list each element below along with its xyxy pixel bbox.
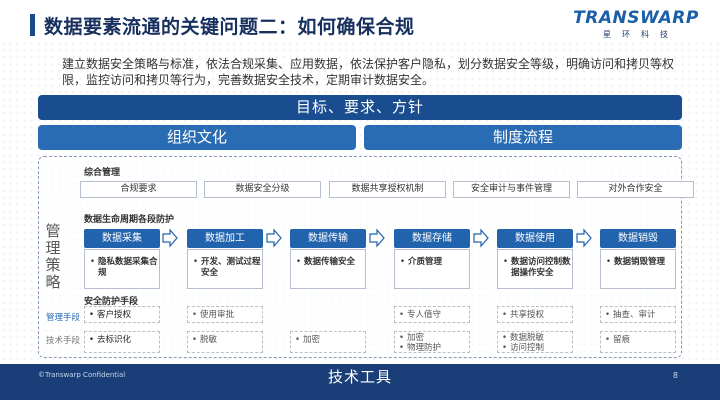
stage-body: • 数据传输安全: [290, 249, 366, 289]
management-means-box: 专人值守: [394, 306, 470, 323]
management-means-label: 管理手段: [46, 313, 81, 323]
page-number: 8: [672, 371, 678, 380]
page-title: 数据要素流通的关键问题二：如何确保合规: [44, 16, 415, 38]
technical-means-item: 加密: [395, 333, 469, 343]
technical-means-item: 脱敏: [188, 335, 262, 345]
stage-item-text: 开发、测试过程安全: [201, 257, 261, 278]
technical-means-box: 加密物理防护: [394, 331, 470, 353]
bullet-icon: •: [193, 257, 199, 267]
comprehensive-item: 对外合作安全: [577, 181, 694, 198]
stage-header: 数据存储: [394, 229, 470, 248]
management-means-item: 客户授权: [85, 310, 159, 320]
stage-header: 数据采集: [84, 229, 160, 248]
arrow-right-icon: [473, 228, 489, 248]
stage-item: • 隐私数据采集合规: [90, 257, 158, 279]
stage-body: • 隐私数据采集合规: [84, 249, 160, 289]
comprehensive-item: 安全审计与事件管理: [453, 181, 570, 198]
stage-item: • 介质管理: [400, 257, 468, 268]
stage-item: • 数据传输安全: [296, 257, 364, 268]
slide: 数据要素流通的关键问题二：如何确保合规 TRANSWARP 星环科技 建立数据安…: [0, 0, 720, 400]
stage-header: 数据传输: [290, 229, 366, 248]
stage-body: • 介质管理: [394, 249, 470, 289]
stage-item: • 开发、测试过程安全: [193, 257, 261, 279]
comprehensive-item: 合规要求: [80, 181, 197, 198]
technical-means-item: 数据脱敏: [498, 333, 572, 343]
company-logo: TRANSWARP 星环科技: [566, 8, 706, 40]
stage-item-text: 数据销毁管理: [614, 257, 666, 267]
stage-body: • 数据销毁管理: [600, 249, 676, 289]
stage-body: • 开发、测试过程安全: [187, 249, 263, 289]
management-strategy-label: 管理策略: [45, 222, 61, 291]
lifecycle-heading: 数据生命周期各段防护: [84, 215, 175, 225]
confidential-notice: ©Transwarp Confidential: [38, 371, 126, 379]
intro-paragraph: 建立数据安全策略与标准，依法合规采集、应用数据，依法保护客户隐私，划分数据安全等…: [62, 57, 675, 87]
technical-means-item: 物理防护: [395, 343, 469, 353]
management-means-box: 客户授权: [84, 306, 160, 323]
technical-means-box: 加密: [290, 331, 366, 353]
arrow-right-icon: [576, 228, 592, 248]
stage-item-text: 隐私数据采集合规: [98, 257, 158, 278]
stage-header: 数据使用: [497, 229, 573, 248]
bullet-icon: •: [503, 257, 509, 267]
stage-body: • 数据访问控制数据操作安全: [497, 249, 573, 289]
logo-subtitle: 星环科技: [603, 30, 679, 39]
technical-means-item: 加密: [291, 335, 365, 345]
technical-means-box: 留痕: [600, 331, 676, 353]
technical-means-item: 访问控制: [498, 343, 572, 353]
comprehensive-heading: 综合管理: [84, 168, 121, 178]
management-means-item: 共享授权: [498, 310, 572, 320]
stage-item: • 数据访问控制数据操作安全: [503, 257, 571, 279]
bullet-icon: •: [400, 257, 406, 267]
management-means-item: 使用审批: [188, 310, 262, 320]
logo-wordmark: TRANSWARP: [573, 8, 699, 28]
technical-means-label: 技术手段: [46, 336, 81, 346]
system-process-band: 制度流程: [364, 125, 682, 150]
stage-header: 数据加工: [187, 229, 263, 248]
goals-band: 目标、要求、方针: [38, 95, 682, 120]
arrow-right-icon: [266, 228, 282, 248]
organization-culture-band: 组织文化: [38, 125, 356, 150]
management-means-box: 抽查、审计: [600, 306, 676, 323]
arrow-right-icon: [162, 228, 178, 248]
bullet-icon: •: [296, 257, 302, 267]
stage-item-text: 介质管理: [408, 257, 443, 267]
technical-means-box: 脱敏: [187, 331, 263, 353]
comprehensive-item: 数据共享授权机制: [329, 181, 446, 198]
technical-means-box: 数据脱敏访问控制: [497, 331, 573, 353]
stage-item-text: 数据访问控制数据操作安全: [511, 257, 571, 278]
management-means-item: 专人值守: [395, 310, 469, 320]
bullet-icon: •: [606, 257, 612, 267]
arrow-right-icon: [369, 228, 385, 248]
management-means-item: 抽查、审计: [601, 310, 675, 320]
stage-item: • 数据销毁管理: [606, 257, 674, 268]
stage-item-text: 数据传输安全: [304, 257, 356, 267]
management-means-box: 共享授权: [497, 306, 573, 323]
technical-means-item: 留痕: [601, 335, 675, 345]
title-accent-bar: [30, 14, 35, 36]
comprehensive-item: 数据安全分级: [204, 181, 321, 198]
management-means-box: 使用审批: [187, 306, 263, 323]
technical-means-box: 去标识化: [84, 331, 160, 353]
bullet-icon: •: [90, 257, 96, 267]
technical-means-item: 去标识化: [85, 335, 159, 345]
stage-header: 数据销毁: [600, 229, 676, 248]
